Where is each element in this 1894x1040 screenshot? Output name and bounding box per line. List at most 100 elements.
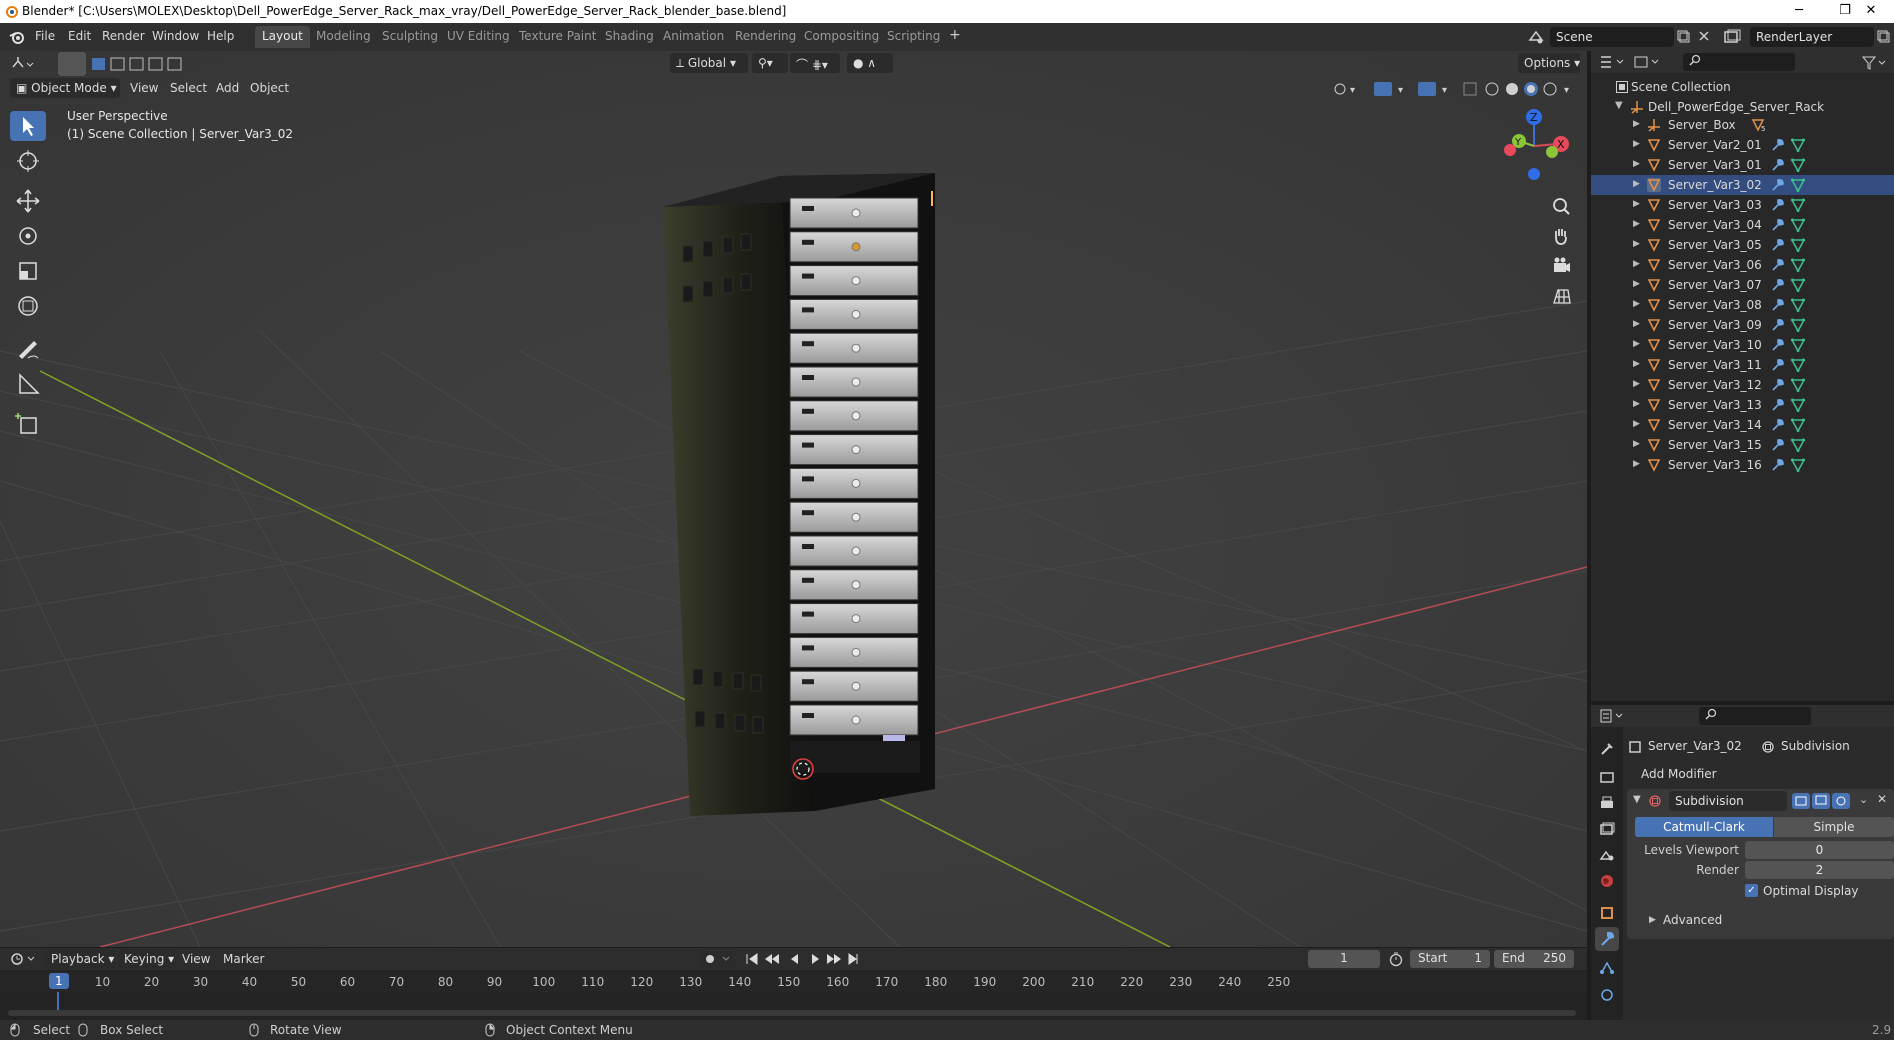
- physics-tab[interactable]: [1595, 983, 1619, 1007]
- expand-arrow-icon[interactable]: ▶: [1633, 179, 1640, 189]
- expand-arrow-icon[interactable]: ▶: [1633, 299, 1640, 309]
- outliner-item[interactable]: ▶ Server_Var3_08: [1591, 295, 1894, 315]
- expand-arrow-icon[interactable]: ▼: [1615, 100, 1623, 111]
- outliner-item[interactable]: ▶ Server_Var3_16: [1591, 455, 1894, 475]
- options-dropdown[interactable]: Options ▾: [1518, 53, 1580, 73]
- mesh-data-icon[interactable]: [1791, 378, 1805, 392]
- annotate-tool[interactable]: [10, 334, 46, 364]
- expand-arrow-icon[interactable]: ▶: [1633, 279, 1640, 289]
- outliner-item[interactable]: ▶ Server_Var3_07: [1591, 275, 1894, 295]
- modifier-wrench-icon[interactable]: [1771, 238, 1785, 252]
- navigation-gizmo[interactable]: Z X Y: [1492, 106, 1572, 186]
- outliner-scene-collection[interactable]: Scene Collection: [1591, 77, 1894, 97]
- outliner-item[interactable]: ▶ Server_Var2_01: [1591, 135, 1894, 155]
- menu-window[interactable]: Window: [152, 29, 199, 43]
- mesh-data-icon[interactable]: [1791, 258, 1805, 272]
- start-frame-field[interactable]: Start 1: [1410, 950, 1490, 968]
- mesh-data-icon[interactable]: [1791, 318, 1805, 332]
- tab-sculpting[interactable]: Sculpting: [375, 26, 445, 48]
- move-tool[interactable]: [10, 186, 46, 216]
- tab-shading[interactable]: Shading: [598, 26, 661, 48]
- outliner-item[interactable]: ▶ Server_Var3_15: [1591, 435, 1894, 455]
- timeline-editor[interactable]: Playback ▾ Keying ▾ View Marker 1 Start …: [0, 948, 1587, 1020]
- optimal-display-checkbox[interactable]: ✓: [1745, 884, 1758, 897]
- filter-icon[interactable]: [1861, 55, 1889, 71]
- output-tab[interactable]: [1595, 791, 1619, 815]
- menu-render[interactable]: Render: [102, 29, 145, 43]
- blender-menu-icon[interactable]: [9, 29, 25, 45]
- outliner-item[interactable]: ▶ Server_Var3_03: [1591, 195, 1894, 215]
- cursor-tool[interactable]: [10, 146, 46, 176]
- modifier-wrench-icon[interactable]: [1771, 398, 1785, 412]
- tab-modeling[interactable]: Modeling: [309, 26, 378, 48]
- collapse-arrow-icon[interactable]: ▼: [1633, 794, 1641, 805]
- advanced-expand-arrow-icon[interactable]: ▶: [1649, 915, 1656, 925]
- modifier-wrench-icon[interactable]: [1771, 278, 1785, 292]
- outliner-item[interactable]: ▶ Server_Var3_02: [1591, 175, 1894, 195]
- mesh-data-icon[interactable]: [1791, 298, 1805, 312]
- tab-scripting[interactable]: Scripting: [880, 26, 947, 48]
- render-tab[interactable]: [1595, 765, 1619, 789]
- camera-view-button[interactable]: [1548, 253, 1574, 279]
- scene-name-field[interactable]: Scene: [1550, 27, 1674, 47]
- display-mode-icon[interactable]: [1633, 54, 1663, 70]
- viewport-shading-icons[interactable]: ▾ ▾ ▾ ▾: [1330, 80, 1580, 98]
- menu-help[interactable]: Help: [207, 29, 234, 43]
- add-modifier-button[interactable]: Add Modifier: [1627, 762, 1894, 786]
- close-button[interactable]: ✕: [1848, 0, 1894, 23]
- viewport-menu-object[interactable]: Object: [250, 81, 289, 95]
- mesh-data-icon[interactable]: [1791, 198, 1805, 212]
- tab-texture-paint[interactable]: Texture Paint: [512, 26, 603, 48]
- advanced-subpanel-label[interactable]: Advanced: [1663, 913, 1722, 927]
- mesh-data-icon[interactable]: [1791, 418, 1805, 432]
- modifier-wrench-icon[interactable]: [1771, 418, 1785, 432]
- modifier-wrench-icon[interactable]: [1771, 178, 1785, 192]
- add-cube-tool[interactable]: [10, 409, 46, 439]
- expand-arrow-icon[interactable]: ▶: [1633, 219, 1640, 229]
- proportional-editing-toggle[interactable]: ● ∧: [847, 53, 893, 73]
- new-scene-icon[interactable]: [1676, 29, 1690, 43]
- outliner-search-input[interactable]: [1683, 53, 1795, 71]
- mesh-data-icon[interactable]: [1791, 358, 1805, 372]
- mesh-data-icon[interactable]: [1791, 458, 1805, 472]
- scene-icon[interactable]: [1527, 28, 1545, 46]
- particles-tab[interactable]: [1595, 955, 1619, 979]
- transform-orientation-dropdown[interactable]: ⟂ Global ▾: [670, 53, 748, 73]
- tab-animation[interactable]: Animation: [656, 26, 731, 48]
- end-frame-field[interactable]: End 250: [1494, 950, 1574, 968]
- outliner-item[interactable]: ▶ Server_Var3_13: [1591, 395, 1894, 415]
- outliner-item[interactable]: ▶ Server_Box 5: [1591, 115, 1894, 135]
- view-layer-tab[interactable]: [1595, 817, 1619, 841]
- snapping-toggle[interactable]: ⌒ ⋕▾: [790, 53, 840, 73]
- levels-viewport-field[interactable]: 0: [1745, 841, 1894, 859]
- outliner-item[interactable]: ▶ Server_Var3_06: [1591, 255, 1894, 275]
- rotate-tool[interactable]: [10, 221, 46, 251]
- expand-arrow-icon[interactable]: ▶: [1633, 239, 1640, 249]
- keying-menu[interactable]: Keying ▾: [118, 949, 174, 969]
- tab-uv-editing[interactable]: UV Editing: [440, 26, 517, 48]
- expand-arrow-icon[interactable]: ▶: [1633, 119, 1640, 129]
- modifier-wrench-icon[interactable]: [1771, 158, 1785, 172]
- server-rack-model[interactable]: [663, 173, 935, 816]
- timeline-view-menu[interactable]: View: [182, 952, 210, 966]
- world-tab[interactable]: [1595, 869, 1619, 893]
- modifier-wrench-icon[interactable]: [1771, 138, 1785, 152]
- catmull-clark-button[interactable]: Catmull-Clark: [1635, 817, 1773, 837]
- menu-edit[interactable]: Edit: [68, 29, 91, 43]
- scale-tool[interactable]: [10, 256, 46, 286]
- mesh-data-icon[interactable]: [1791, 178, 1805, 192]
- tool-tab[interactable]: [1595, 737, 1619, 761]
- editor-type-icon[interactable]: [10, 55, 34, 73]
- outliner-item[interactable]: ▶ Server_Var3_10: [1591, 335, 1894, 355]
- zoom-view-button[interactable]: [1548, 193, 1574, 219]
- expand-arrow-icon[interactable]: ▶: [1633, 439, 1640, 449]
- outliner-item[interactable]: ▶ Server_Var3_01: [1591, 155, 1894, 175]
- expand-arrow-icon[interactable]: ▶: [1633, 159, 1640, 169]
- remove-scene-icon[interactable]: [1697, 29, 1711, 43]
- transform-tool[interactable]: [10, 291, 46, 321]
- pivot-point-dropdown[interactable]: ⚲▾: [752, 53, 788, 73]
- add-workspace-button[interactable]: +: [942, 26, 968, 48]
- expand-arrow-icon[interactable]: ▶: [1633, 319, 1640, 329]
- playback-controls[interactable]: [744, 951, 862, 967]
- outliner-panel[interactable]: Scene Collection ▼ Dell_PowerEdge_Server…: [1591, 51, 1894, 701]
